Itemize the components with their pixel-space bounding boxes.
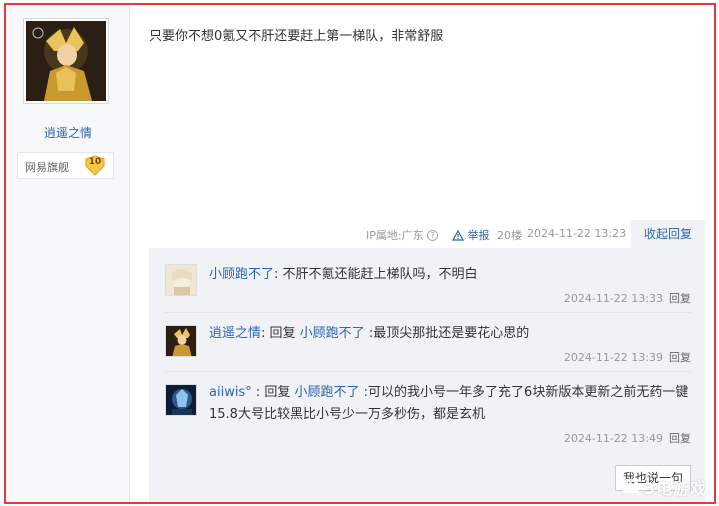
- reply-text: 小顾跑不了: 不肝不氪还能赶上梯队吗，不明白: [209, 264, 691, 286]
- reply-time: 2024-11-22 13:33: [563, 292, 663, 305]
- reply-separator: :: [251, 385, 265, 400]
- reply-button[interactable]: 回复: [669, 432, 691, 445]
- reply-content: 不肝不氪还能赶上梯队吗，不明白: [282, 267, 478, 282]
- reply-prefix: 回复: [264, 385, 295, 400]
- reply-divider: [165, 312, 691, 313]
- reply-avatar-image: [166, 326, 196, 356]
- reply-footer: 2024-11-22 13:39 回复: [564, 349, 691, 365]
- badge-level-icon: 10: [84, 155, 106, 176]
- post-frame: 逍遥之情 网易旗舰 10 只要你不想0氪又不肝还要赶上第一梯队，非常舒服 IP属…: [4, 3, 716, 504]
- reply-avatar[interactable]: [165, 384, 197, 416]
- warning-icon: [452, 230, 464, 241]
- member-badge[interactable]: 网易旗舰 10: [17, 152, 114, 179]
- report-label: 举报: [467, 229, 490, 242]
- reply-to-username[interactable]: 小顾跑不了: [300, 326, 365, 341]
- reply-avatar[interactable]: [165, 325, 197, 357]
- help-icon[interactable]: ?: [427, 230, 439, 241]
- badge-name: 网易旗舰: [25, 161, 69, 174]
- reply-avatar-image: [166, 265, 196, 295]
- ip-location-text: IP属地:广东: [366, 229, 424, 242]
- post-content: 只要你不想0氪又不肝还要赶上第一梯队，非常舒服: [149, 29, 444, 44]
- reply-username[interactable]: 小顾跑不了: [209, 267, 274, 282]
- author-panel: 逍遥之情 网易旗舰 10: [6, 5, 130, 502]
- post-timestamp: 2024-11-22 13:23: [527, 227, 627, 240]
- author-name[interactable]: 逍遥之情: [6, 124, 130, 141]
- reply-username[interactable]: 逍遥之情: [209, 326, 261, 341]
- reply-divider: [165, 371, 691, 372]
- reply-prefix: 回复: [269, 326, 300, 341]
- reply-footer: 2024-11-22 13:33 回复: [564, 290, 691, 306]
- reply-separator: :: [261, 326, 270, 341]
- reply-button[interactable]: 回复: [669, 292, 691, 305]
- floor-number: 20楼: [497, 229, 522, 242]
- reply-time: 2024-11-22 13:49: [563, 432, 663, 445]
- author-avatar-image: [26, 21, 106, 101]
- ip-location: IP属地:广东 ?: [366, 227, 439, 243]
- badge-level-number: 10: [88, 157, 102, 167]
- reply-content: :最顶尖那批还是要花心思的: [364, 326, 530, 341]
- reply-to-username[interactable]: 小顾跑不了: [295, 385, 360, 400]
- watermark-text: 3电游戏: [644, 479, 708, 498]
- report-link[interactable]: 举报: [452, 227, 490, 243]
- reply-avatar-image: [166, 385, 196, 415]
- reply-username[interactable]: aiiwis°: [209, 385, 252, 400]
- watermark-logo: 3电游戏: [618, 473, 714, 501]
- reply-text: 逍遥之情: 回复 小顾跑不了 :最顶尖那批还是要花心思的: [209, 323, 691, 345]
- reply-footer: 2024-11-22 13:49 回复: [564, 430, 691, 446]
- reply-button[interactable]: 回复: [669, 351, 691, 364]
- reply-separator: :: [274, 267, 283, 282]
- watermark-icon: [623, 479, 639, 493]
- reply-list: 小顾跑不了: 不肝不氪还能赶上梯队吗，不明白 2024-11-22 13:33 回…: [149, 248, 705, 502]
- reply-avatar[interactable]: [165, 264, 197, 296]
- reply-text: aiiwis° : 回复 小顾跑不了 :可以的我小号一年多了充了6块新版本更新之…: [209, 382, 691, 426]
- collapse-replies-button[interactable]: 收起回复: [631, 220, 705, 248]
- author-avatar[interactable]: [23, 18, 109, 104]
- reply-time: 2024-11-22 13:39: [563, 351, 663, 364]
